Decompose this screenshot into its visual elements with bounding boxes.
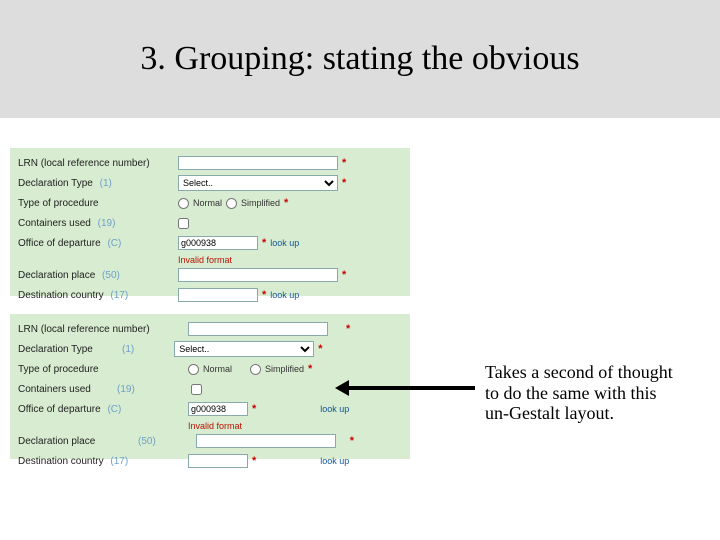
radio-label-simplified: Simplified: [241, 198, 280, 208]
required-marker: *: [342, 269, 346, 281]
label-decl-place: Declaration place: [18, 436, 118, 447]
decl-type-select[interactable]: Select..: [178, 175, 338, 191]
required-marker: *: [350, 435, 354, 447]
suffix-dest-country: (17): [110, 456, 128, 467]
required-marker: *: [284, 197, 288, 209]
label-decl-type: Declaration Type (1): [18, 178, 178, 189]
radio-label-simplified: Simplified: [265, 364, 304, 374]
dest-country-input[interactable]: [188, 454, 248, 468]
required-marker: *: [308, 363, 312, 375]
suffix-office-dep: (C): [107, 404, 121, 415]
decl-place-input[interactable]: [178, 268, 338, 282]
proc-simplified-radio[interactable]: [250, 364, 261, 375]
lookup-link[interactable]: look up: [320, 404, 349, 414]
label-office-dep: Office of departure (C): [18, 238, 178, 249]
required-marker: *: [318, 343, 322, 355]
label-proc-type: Type of procedure: [18, 198, 178, 209]
label-dest-country: Destination country (17): [18, 290, 178, 301]
label-containers: Containers used: [18, 384, 113, 395]
required-marker: *: [342, 177, 346, 189]
lrn-input[interactable]: [178, 156, 338, 170]
suffix-decl-type: (1): [100, 178, 112, 189]
label-decl-place: Declaration place (50): [18, 270, 178, 281]
label-proc-type: Type of procedure: [18, 364, 128, 375]
required-marker: *: [342, 157, 346, 169]
label-lrn: LRN (local reference number): [18, 158, 178, 169]
label-lrn: LRN (local reference number): [18, 324, 188, 335]
required-marker: *: [262, 237, 266, 249]
suffix-dest-country: (17): [110, 290, 128, 301]
error-invalid-format: Invalid format: [178, 254, 402, 266]
label-decl-type: Declaration Type: [18, 344, 118, 355]
label-office-dep: Office of departure (C): [18, 404, 133, 415]
office-dep-input[interactable]: [188, 402, 248, 416]
arrow-shaft: [347, 386, 475, 390]
form-grouped: LRN (local reference number) * Declarati…: [10, 148, 410, 296]
containers-checkbox[interactable]: [178, 218, 189, 229]
lookup-link[interactable]: look up: [320, 456, 349, 466]
required-marker: *: [252, 403, 256, 415]
suffix-containers: (19): [117, 384, 135, 395]
suffix-decl-type: (1): [122, 344, 134, 355]
radio-label-normal: Normal: [203, 364, 232, 374]
label-dest-country: Destination country (17): [18, 456, 148, 467]
containers-checkbox[interactable]: [191, 384, 202, 395]
suffix-office-dep: (C): [107, 238, 121, 249]
suffix-containers: (19): [98, 218, 116, 229]
suffix-decl-place: (50): [138, 436, 156, 447]
dest-country-input[interactable]: [178, 288, 258, 302]
annotation-arrow: [335, 378, 480, 398]
decl-place-input[interactable]: [196, 434, 336, 448]
lrn-input[interactable]: [188, 322, 328, 336]
required-marker: *: [346, 323, 350, 335]
caption-text: Takes a second of thought to do the same…: [485, 362, 675, 424]
slide-title: 3. Grouping: stating the obvious: [140, 40, 579, 78]
required-marker: *: [252, 455, 256, 467]
proc-normal-radio[interactable]: [188, 364, 199, 375]
lookup-link[interactable]: look up: [270, 238, 299, 248]
proc-simplified-radio[interactable]: [226, 198, 237, 209]
radio-label-normal: Normal: [193, 198, 222, 208]
decl-type-select[interactable]: Select..: [174, 341, 314, 357]
arrow-head-icon: [335, 380, 349, 396]
suffix-decl-place: (50): [102, 270, 120, 281]
proc-normal-radio[interactable]: [178, 198, 189, 209]
title-band: 3. Grouping: stating the obvious: [0, 0, 720, 118]
lookup-link[interactable]: look up: [270, 290, 299, 300]
required-marker: *: [262, 289, 266, 301]
error-invalid-format: Invalid format: [188, 420, 402, 432]
office-dep-input[interactable]: [178, 236, 258, 250]
label-containers: Containers used (19): [18, 218, 178, 229]
